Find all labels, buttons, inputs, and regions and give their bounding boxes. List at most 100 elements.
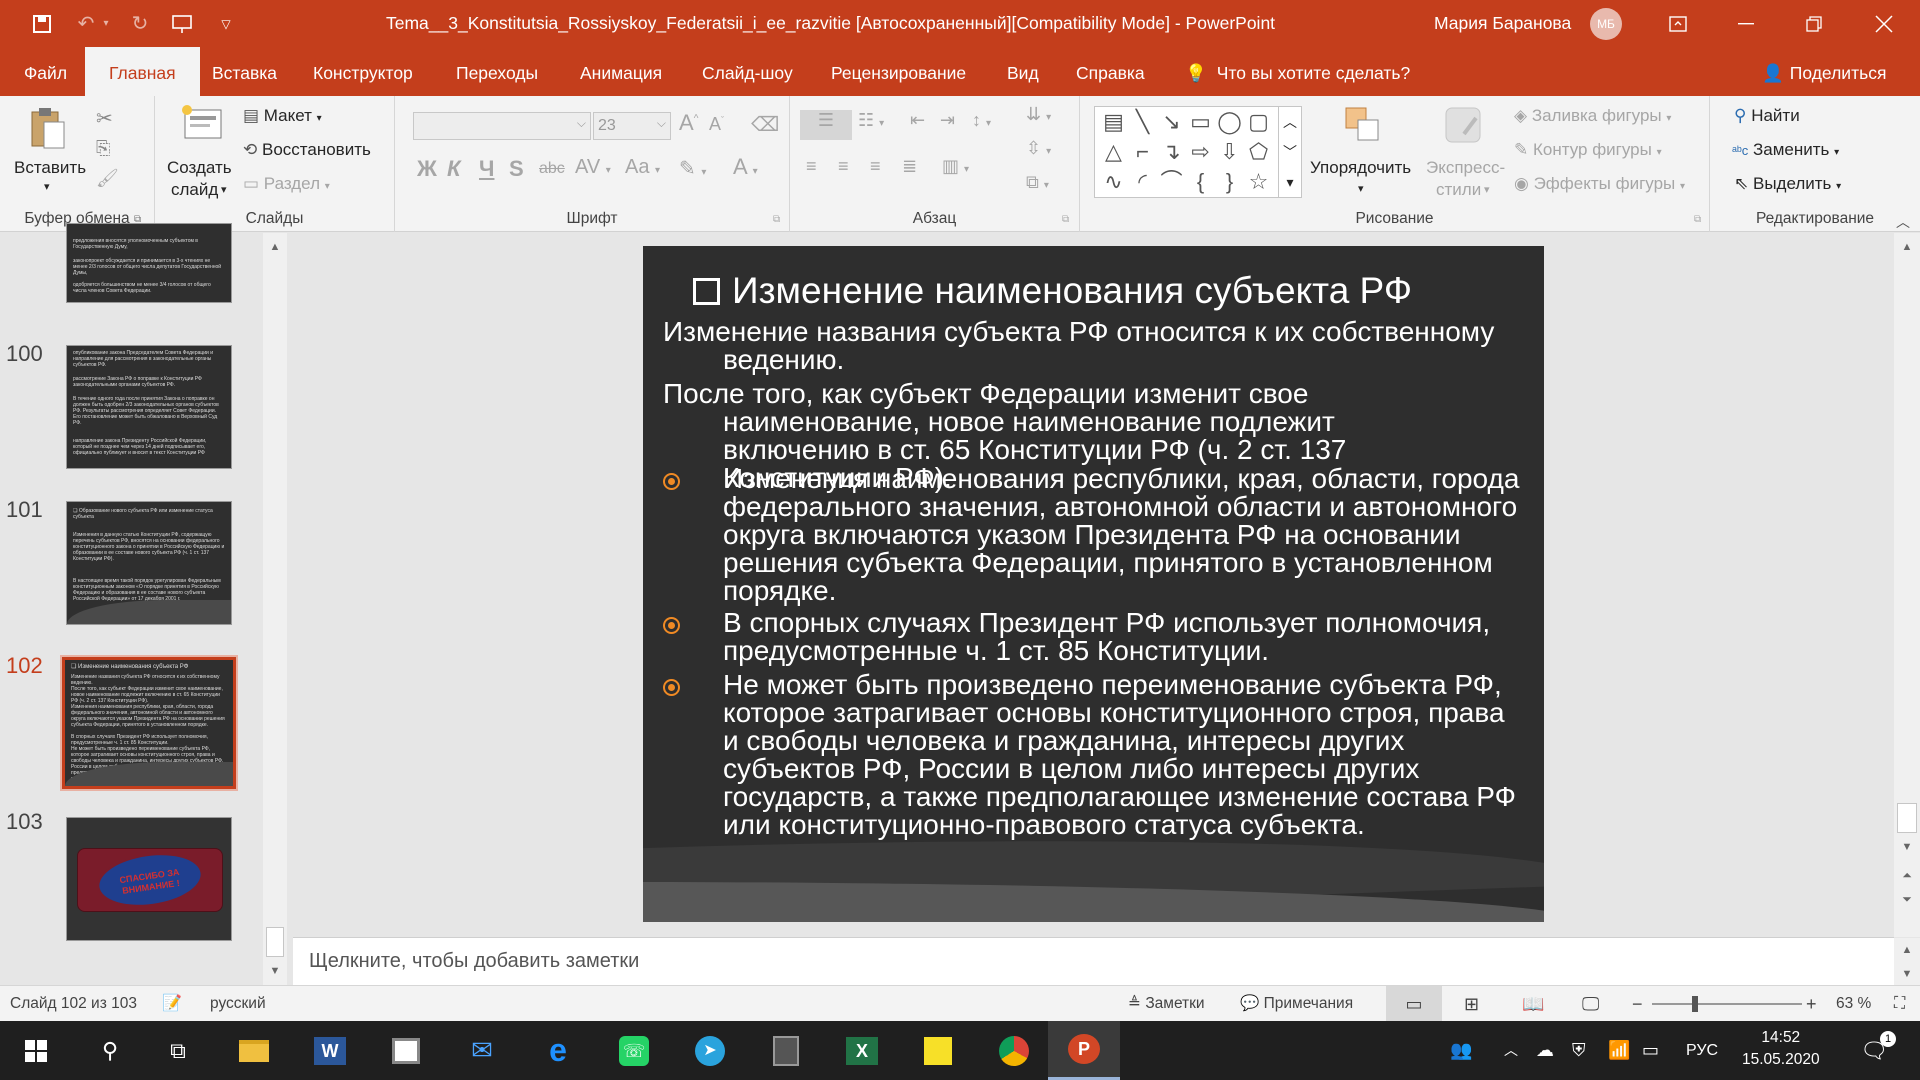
- reset-button[interactable]: ⟲ Восстановить: [243, 140, 371, 160]
- shape-effects-button[interactable]: ◉ Эффекты фигуры ▾: [1514, 174, 1685, 194]
- slide-thumbnail-100[interactable]: опубликование закона Председателем Совет…: [66, 345, 232, 469]
- defender-icon[interactable]: ⛨: [1572, 1021, 1586, 1080]
- scroll-down-icon[interactable]: ▼: [265, 961, 285, 981]
- editor-scroll-down-icon[interactable]: ▼: [1897, 837, 1917, 857]
- brace-right-icon[interactable]: }: [1215, 167, 1244, 197]
- triangle-shape-icon[interactable]: △: [1099, 137, 1128, 167]
- next-slide-icon[interactable]: ⏷: [1897, 889, 1917, 909]
- arrange-dropdown-icon[interactable]: ▾: [1358, 182, 1364, 195]
- zoom-slider[interactable]: [1652, 1003, 1802, 1005]
- save-icon[interactable]: [22, 0, 62, 47]
- format-painter-icon[interactable]: 🖌: [96, 168, 119, 189]
- tab-design[interactable]: Конструктор: [313, 47, 413, 96]
- textbox-shape-icon[interactable]: ▤: [1099, 107, 1128, 137]
- elbow-connector-icon[interactable]: ⌐: [1128, 137, 1157, 167]
- curve-shape-icon[interactable]: ∿: [1099, 167, 1128, 197]
- tab-file[interactable]: Файл: [24, 47, 67, 96]
- telegram-icon[interactable]: ➤: [680, 1021, 740, 1080]
- down-arrow-shape-icon[interactable]: ⇩: [1215, 137, 1244, 167]
- calculator-icon[interactable]: [756, 1021, 816, 1080]
- align-right-icon[interactable]: ≡: [870, 156, 881, 177]
- find-button[interactable]: ⚲ Найти: [1734, 106, 1800, 126]
- layout-button[interactable]: ▤ Макет ▾: [243, 106, 322, 126]
- quick-styles-button[interactable]: Экспресс-: [1426, 158, 1505, 178]
- tray-expand-icon[interactable]: ︿: [1504, 1021, 1518, 1080]
- word-icon[interactable]: W: [300, 1021, 360, 1080]
- tab-insert[interactable]: Вставка: [212, 47, 277, 96]
- whatsapp-icon[interactable]: ☏: [604, 1021, 664, 1080]
- align-text-icon[interactable]: ⇳ ▾: [1026, 138, 1051, 159]
- thumbnails-scrollbar[interactable]: ▲ ▼: [263, 233, 287, 985]
- tell-me-search[interactable]: 💡 Что вы хотите сделать?: [1185, 47, 1410, 96]
- clear-format-icon[interactable]: ⌫: [751, 112, 779, 137]
- slide-paragraph[interactable]: Изменение названия субъекта РФ относится…: [663, 318, 1533, 374]
- share-button[interactable]: 👤 Поделиться: [1762, 47, 1886, 96]
- tab-slideshow[interactable]: Слайд-шоу: [702, 47, 793, 96]
- tab-animations[interactable]: Анимация: [580, 47, 662, 96]
- new-slide-label[interactable]: слайд: [171, 180, 218, 200]
- zoom-out-icon[interactable]: −: [1632, 986, 1643, 1022]
- slide-title[interactable]: Изменение наименования субъекта РФ: [693, 270, 1412, 312]
- shadow-button[interactable]: S: [509, 156, 524, 182]
- slideshow-start-icon[interactable]: [162, 0, 202, 47]
- slide-thumbnail-99[interactable]: предложения вносятся уполномоченным субъ…: [66, 223, 232, 303]
- increase-indent-icon[interactable]: ⇥: [940, 110, 955, 131]
- arc-shape-icon[interactable]: ◜: [1128, 167, 1157, 197]
- decrease-indent-icon[interactable]: ⇤: [910, 110, 925, 131]
- numbering-icon[interactable]: ☷ ▾: [858, 110, 884, 131]
- shape-fill-button[interactable]: ◈ Заливка фигуры ▾: [1514, 106, 1671, 126]
- rounded-rect-shape-icon[interactable]: ▢: [1244, 107, 1273, 137]
- close-icon[interactable]: [1856, 0, 1912, 47]
- task-view-icon[interactable]: ⧉: [148, 1021, 208, 1080]
- redo-icon[interactable]: ↻: [120, 0, 160, 47]
- pentagon-shape-icon[interactable]: ⬠: [1244, 137, 1273, 167]
- notification-center-icon[interactable]: 🗨: [1860, 1021, 1888, 1080]
- zoom-level[interactable]: 63 %: [1836, 986, 1871, 1022]
- elbow-arrow-icon[interactable]: ↴: [1157, 137, 1186, 167]
- font-name-input[interactable]: ⌵: [413, 112, 591, 140]
- slideshow-view-icon[interactable]: 🖵: [1582, 986, 1599, 1022]
- quick-styles-dropdown-icon[interactable]: ▾: [1484, 183, 1490, 196]
- editor-scrollbar[interactable]: ▲ ▼ ⏶ ⏷: [1894, 233, 1920, 937]
- copy-icon[interactable]: ⎘: [96, 138, 110, 159]
- customize-toolbar-icon[interactable]: ▽: [208, 0, 244, 47]
- slide-bullet[interactable]: Изменения наименования республики, края,…: [723, 465, 1523, 605]
- normal-view-icon[interactable]: ▭: [1386, 986, 1442, 1022]
- font-color-button[interactable]: A ▾: [733, 154, 758, 180]
- notes-scrollbar[interactable]: ▲ ▼: [1894, 938, 1920, 986]
- slide-thumbnail-102-selected[interactable]: ❏ Изменение наименования субъекта РФ Изм…: [60, 655, 238, 791]
- italic-button[interactable]: К: [447, 156, 461, 182]
- notes-pane[interactable]: Щелкните, чтобы добавить заметки ▲ ▼: [293, 937, 1920, 986]
- replace-button[interactable]: ᵃᵇc Заменить ▾: [1732, 140, 1839, 160]
- avatar[interactable]: МБ: [1590, 8, 1622, 40]
- collapse-ribbon-icon[interactable]: ︿: [1896, 212, 1910, 232]
- zoom-slider-handle[interactable]: [1692, 996, 1698, 1012]
- file-explorer-icon[interactable]: [224, 1021, 284, 1080]
- tab-view[interactable]: Вид: [1007, 47, 1039, 96]
- scroll-up-icon[interactable]: ▲: [265, 237, 285, 257]
- section-button[interactable]: ▭ Раздел ▾: [243, 174, 330, 194]
- notes-toggle-button[interactable]: ≜ Заметки: [1128, 986, 1205, 1022]
- slide-bullet[interactable]: В спорных случаях Президент РФ используе…: [723, 609, 1523, 665]
- spelling-check-icon[interactable]: 📝: [162, 986, 182, 1022]
- tab-transitions[interactable]: Переходы: [456, 47, 538, 96]
- justify-icon[interactable]: ≣: [902, 156, 917, 177]
- paste-button[interactable]: Вставить: [14, 158, 86, 178]
- highlight-icon[interactable]: ✎ ▾: [679, 156, 706, 181]
- star-shape-icon[interactable]: ☆: [1244, 167, 1273, 197]
- line-shape-icon[interactable]: ╲: [1128, 107, 1157, 137]
- people-icon[interactable]: 👥: [1450, 1021, 1472, 1080]
- change-case-button[interactable]: Aa ▾: [625, 156, 660, 179]
- slide-canvas[interactable]: Изменение наименования субъекта РФ Измен…: [643, 246, 1544, 922]
- fit-to-window-icon[interactable]: ⛶: [1894, 986, 1905, 1022]
- chrome-icon[interactable]: [984, 1021, 1044, 1080]
- wifi-icon[interactable]: 📶: [1608, 1021, 1630, 1080]
- smartart-icon[interactable]: ⧉ ▾: [1026, 172, 1049, 193]
- restore-icon[interactable]: [1786, 0, 1842, 47]
- slide-sorter-icon[interactable]: ⊞: [1464, 986, 1479, 1022]
- align-left-icon[interactable]: ≡: [806, 156, 817, 177]
- new-slide-dropdown-icon[interactable]: ▾: [221, 183, 227, 196]
- previous-slide-icon[interactable]: ⏶: [1897, 865, 1917, 885]
- store-icon[interactable]: [376, 1021, 436, 1080]
- quick-styles-label[interactable]: стили: [1436, 180, 1481, 200]
